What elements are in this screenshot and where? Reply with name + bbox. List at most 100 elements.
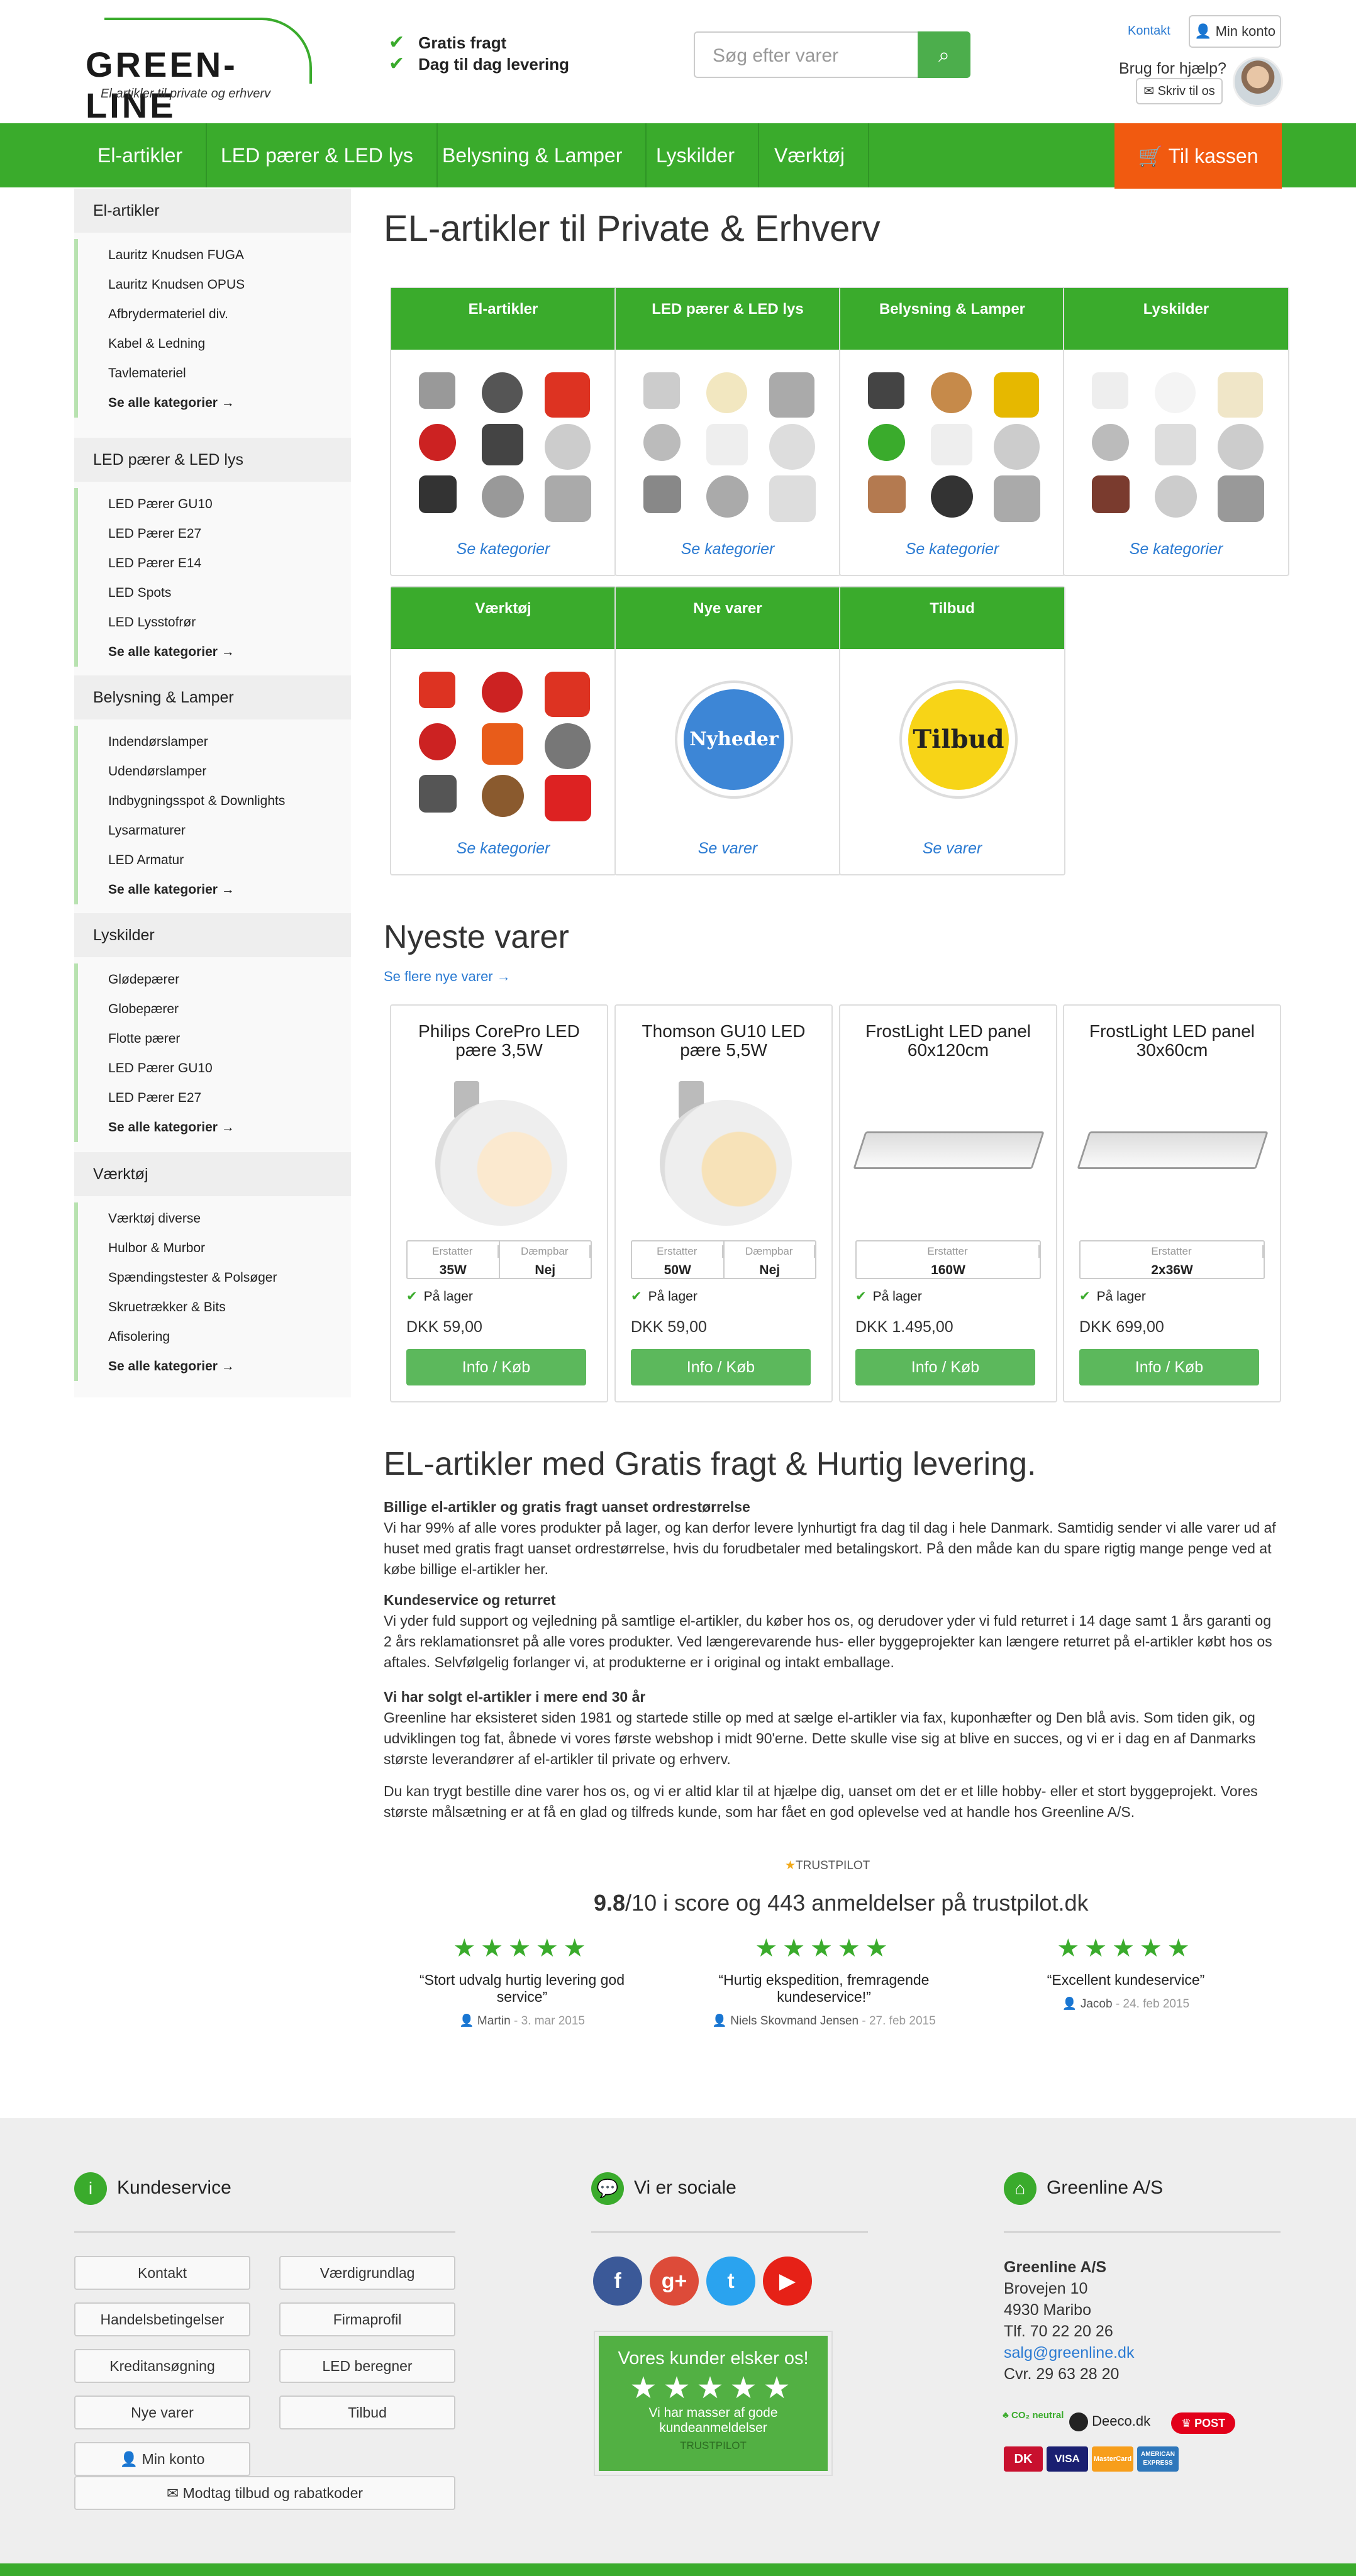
sidebar-item[interactable]: Afisolering — [78, 1322, 351, 1352]
category-card[interactable]: Værktøj Se kategorier — [390, 586, 616, 875]
sidebar-heading[interactable]: Belysning & Lamper — [74, 675, 351, 719]
sidebar-item[interactable]: Skruetrækker & Bits — [78, 1292, 351, 1322]
sidebar-more-link[interactable]: Se alle kategorier → — [78, 875, 351, 904]
footer-link-button[interactable]: Nye varer — [74, 2396, 250, 2429]
youtube-icon[interactable]: ▶ — [763, 2257, 812, 2306]
sidebar-item[interactable]: Indbygningsspot & Downlights — [78, 786, 351, 816]
buy-button[interactable]: Info / Køb — [855, 1349, 1035, 1385]
write-us-button[interactable]: ✉ Skriv til os — [1136, 78, 1223, 104]
sidebar-item[interactable]: LED Pærer E27 — [78, 1083, 351, 1113]
search-input[interactable]: Søg efter varer — [694, 31, 918, 78]
buy-button[interactable]: Info / Køb — [406, 1349, 586, 1385]
facebook-icon[interactable]: f — [593, 2257, 642, 2306]
category-link[interactable]: Se varer — [616, 840, 840, 858]
category-card[interactable]: Lyskilder Se kategorier — [1063, 287, 1289, 576]
sidebar-item[interactable]: Afbrydermateriel div. — [78, 299, 351, 329]
category-link[interactable]: Se kategorier — [391, 540, 615, 558]
sidebar-item[interactable]: Glødepærer — [78, 965, 351, 994]
sidebar-heading[interactable]: LED pærer & LED lys — [74, 438, 351, 482]
footer-link-button[interactable]: 👤 Min konto — [74, 2442, 250, 2476]
product-title[interactable]: Philips CorePro LED pære 3,5W — [397, 1022, 601, 1060]
product-title[interactable]: FrostLight LED panel 30x60cm — [1070, 1022, 1274, 1060]
offers-button[interactable]: ✉ Modtag tilbud og rabatkoder — [74, 2476, 455, 2510]
sidebar-heading[interactable]: Lyskilder — [74, 913, 351, 957]
sidebar-more-link[interactable]: Se alle kategorier → — [78, 388, 351, 418]
divider — [591, 2231, 868, 2233]
checkout-button[interactable]: 🛒 Til kassen — [1114, 123, 1282, 189]
category-card[interactable]: Tilbud Tilbud Se varer — [839, 586, 1065, 875]
sidebar-item[interactable]: Globepærer — [78, 994, 351, 1024]
support-avatar — [1233, 57, 1283, 107]
company-email[interactable]: salg@greenline.dk — [1004, 2344, 1134, 2362]
search-button[interactable]: ⌕ — [918, 31, 970, 78]
sidebar-more-link[interactable]: Se alle kategorier → — [78, 1352, 351, 1381]
trustpilot-brand[interactable]: ★TRUSTPILOT — [785, 1858, 870, 1873]
sidebar-item[interactable]: Udendørslamper — [78, 757, 351, 786]
sidebar-item[interactable]: Spændingstester & Polsøger — [78, 1263, 351, 1292]
logo[interactable]: GREEN-LINE El-artikler til private og er… — [74, 18, 312, 125]
footer-link-button[interactable]: Tilbud — [279, 2396, 455, 2429]
footer-link-button[interactable]: LED beregner — [279, 2349, 455, 2383]
sidebar-more-link[interactable]: Se alle kategorier → — [78, 1113, 351, 1142]
sidebar-item[interactable]: Tavlemateriel — [78, 358, 351, 388]
stock-label: På lager — [648, 1289, 697, 1304]
sidebar-item[interactable]: Lysarmaturer — [78, 816, 351, 845]
sidebar-item[interactable]: Kabel & Ledning — [78, 329, 351, 358]
footer-link-button[interactable]: Handelsbetingelser — [74, 2302, 250, 2336]
footer-link-button[interactable]: Kontakt — [74, 2256, 250, 2290]
product-price: DKK 59,00 — [631, 1318, 707, 1336]
category-link[interactable]: Se kategorier — [391, 840, 615, 858]
product-card[interactable]: FrostLight LED panel 30x60cm Erstatter 2x3… — [1063, 1004, 1281, 1402]
sidebar-item[interactable]: Indendørslamper — [78, 727, 351, 757]
sidebar-heading[interactable]: El-artikler — [74, 189, 351, 233]
newest-link[interactable]: Se flere nye varer → — [384, 969, 511, 985]
account-button[interactable]: 👤 Min konto — [1189, 15, 1281, 48]
review-author-name: Martin — [477, 2014, 511, 2028]
product-thumbnail — [868, 424, 905, 461]
twitter-icon[interactable]: t — [706, 2257, 755, 2306]
product-card[interactable]: FrostLight LED panel 60x120cm Erstatter 16… — [839, 1004, 1057, 1402]
sidebar-item[interactable]: LED Pærer GU10 — [78, 1053, 351, 1083]
sidebar-item[interactable]: Lauritz Knudsen FUGA — [78, 240, 351, 270]
category-link[interactable]: Se varer — [840, 840, 1064, 858]
product-card[interactable]: Thomson GU10 LED pære 5,5W Erstatter 50W Dæ… — [614, 1004, 833, 1402]
category-card[interactable]: LED pærer & LED lys Se kategorier — [614, 287, 841, 576]
footer-link-button[interactable]: Kreditansøgning — [74, 2349, 250, 2383]
trustpilot-widget[interactable]: Vores kunder elsker os! ★★★★★ Vi har mas… — [595, 2332, 831, 2475]
category-link[interactable]: Se kategorier — [616, 540, 840, 558]
contact-link[interactable]: Kontakt — [1128, 24, 1170, 38]
sidebar-item[interactable]: LED Lysstofrør — [78, 608, 351, 637]
sidebar-heading[interactable]: Værktøj — [74, 1152, 351, 1196]
product-title[interactable]: FrostLight LED panel 60x120cm — [847, 1022, 1050, 1060]
product-card[interactable]: Philips CorePro LED pære 3,5W Erstatter 35… — [390, 1004, 608, 1402]
google-plus-icon[interactable]: g+ — [650, 2257, 699, 2306]
category-link[interactable]: Se kategorier — [840, 540, 1064, 558]
category-card[interactable]: Belysning & Lamper Se kategorier — [839, 287, 1065, 576]
nav-el-artikler[interactable]: El-artikler — [74, 123, 208, 187]
product-title[interactable]: Thomson GU10 LED pære 5,5W — [622, 1022, 825, 1060]
sidebar-item[interactable]: LED Pærer E27 — [78, 519, 351, 548]
buy-button[interactable]: Info / Køb — [1079, 1349, 1259, 1385]
led-bulb — [435, 1100, 567, 1226]
footer-link-label: Kreditansøgning — [109, 2358, 215, 2374]
sidebar-item[interactable]: LED Armatur — [78, 845, 351, 875]
category-card[interactable]: Nye varer Nyheder Se varer — [614, 586, 841, 875]
sidebar-item[interactable]: LED Pærer E14 — [78, 548, 351, 578]
sidebar-item[interactable]: Hulbor & Murbor — [78, 1233, 351, 1263]
nav-led[interactable]: LED pærer & LED lys — [197, 123, 438, 187]
footer-link-button[interactable]: Firmaprofil — [279, 2302, 455, 2336]
category-card[interactable]: El-artikler Se kategorier — [390, 287, 616, 576]
sidebar-item[interactable]: LED Pærer GU10 — [78, 489, 351, 519]
footer-link-label: Min konto — [142, 2451, 205, 2467]
category-link[interactable]: Se kategorier — [1064, 540, 1288, 558]
buy-button[interactable]: Info / Køb — [631, 1349, 811, 1385]
footer-link-button[interactable]: Værdigrundlag — [279, 2256, 455, 2290]
nav-belysning[interactable]: Belysning & Lamper — [419, 123, 647, 187]
sidebar-more-link[interactable]: Se alle kategorier → — [78, 637, 351, 667]
sidebar-item[interactable]: Lauritz Knudsen OPUS — [78, 270, 351, 299]
nav-lyskilder[interactable]: Lyskilder — [633, 123, 760, 187]
sidebar-item[interactable]: LED Spots — [78, 578, 351, 608]
sidebar-item[interactable]: Flotte pærer — [78, 1024, 351, 1053]
nav-vaerktoej[interactable]: Værktøj — [751, 123, 869, 187]
sidebar-item[interactable]: Værktøj diverse — [78, 1204, 351, 1233]
